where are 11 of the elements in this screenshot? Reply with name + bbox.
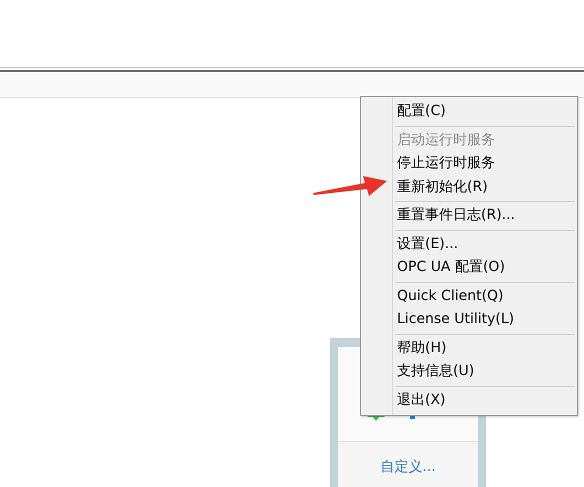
menu-item[interactable]: 支持信息(U) bbox=[393, 360, 577, 384]
menu-item[interactable]: 配置(C) bbox=[393, 100, 577, 124]
menu-item[interactable]: 重新初始化(R) bbox=[393, 176, 577, 199]
menu-item[interactable]: 帮助(H) bbox=[393, 336, 577, 360]
menu-item[interactable]: License Utility(L) bbox=[393, 308, 577, 332]
menu-item[interactable]: OPC UA 配置(O) bbox=[393, 256, 577, 280]
menu-item[interactable]: 退出(X) bbox=[393, 388, 577, 412]
menu-item[interactable]: 停止运行时服务 bbox=[393, 152, 577, 176]
menu-item[interactable]: 设置(E)... bbox=[393, 232, 577, 256]
menu-item[interactable]: 重置事件日志(R)... bbox=[393, 204, 577, 228]
menu-item[interactable]: Quick Client(Q) bbox=[393, 284, 577, 308]
